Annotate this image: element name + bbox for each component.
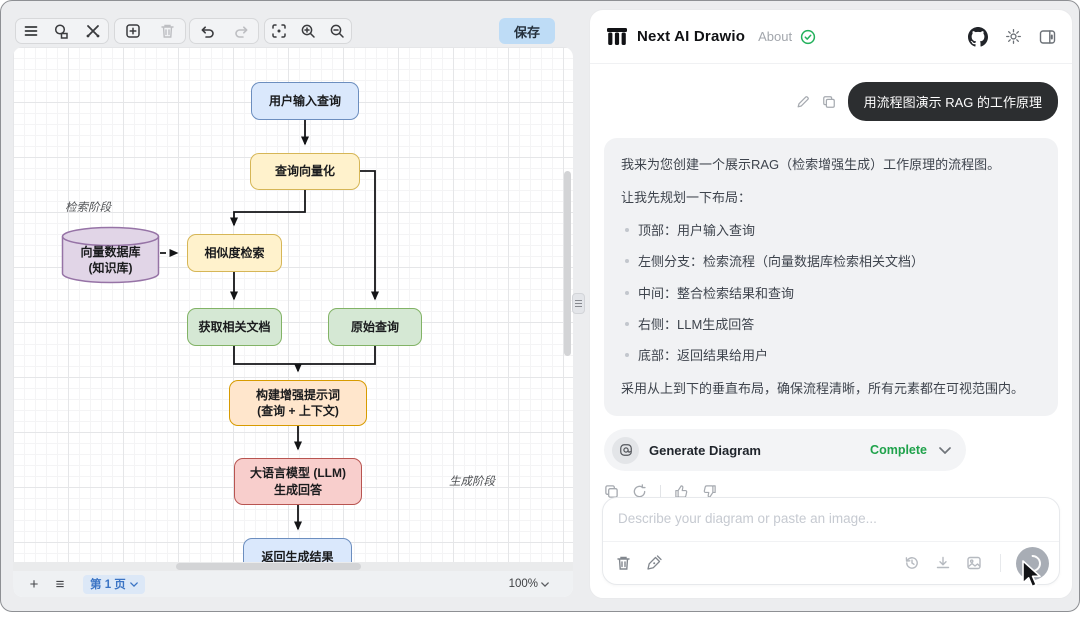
zoom-in-icon[interactable] [294, 19, 322, 43]
chevron-down-icon[interactable] [939, 447, 951, 454]
node-vector-db[interactable]: 向量数据库 (知识库) [61, 226, 160, 284]
tools-icon[interactable] [79, 19, 107, 43]
canvas-vertical-scrollbar[interactable] [564, 47, 571, 557]
prompt-input[interactable] [603, 498, 1059, 542]
composer [602, 497, 1060, 585]
node-vector-db-label: 向量数据库 (知识库) [61, 238, 160, 282]
generation-phase-label: 生成阶段 [449, 473, 495, 489]
chat-panel: Next AI Drawio About [589, 9, 1073, 599]
node-llm[interactable]: 大语言模型 (LLM) 生成回答 [234, 458, 362, 505]
undo-icon[interactable] [193, 19, 221, 43]
canvas-horizontal-scrollbar[interactable] [13, 562, 573, 571]
plan-item: 中间：整合检索结果和查询 [621, 284, 1041, 304]
composer-toolbar [603, 541, 1059, 584]
pager-bar: + ≡ 第 1 页 100% [13, 571, 573, 597]
github-icon[interactable] [968, 27, 988, 47]
chat-thread: 用流程图演示 RAG 的工作原理 我来为您创建一个展示RAG（检索增强生成）工作… [590, 64, 1072, 499]
page-chevron-icon [130, 582, 138, 587]
tool-status-badge: Complete [870, 443, 927, 457]
panel-header: Next AI Drawio About [590, 10, 1072, 64]
shapes-icon[interactable] [48, 19, 76, 43]
node-vectorize[interactable]: 查询向量化 [250, 153, 360, 190]
diagram-canvas[interactable]: 检索阶段 生成阶段 用户输入查询 查询向量化 向量数据库 (知识库) 相似度检索… [13, 47, 573, 597]
generate-tool-icon [612, 437, 639, 464]
collapse-panel-icon[interactable] [1039, 29, 1056, 45]
node-original-query[interactable]: 原始查询 [328, 308, 422, 346]
plan-item: 右侧：LLM生成回答 [621, 315, 1041, 335]
node-build-prompt[interactable]: 构建增强提示词 (查询 + 上下文) [229, 380, 367, 426]
fit-view-icon[interactable] [265, 19, 293, 43]
node-get-docs[interactable]: 获取相关文档 [187, 308, 282, 346]
settings-icon[interactable] [1005, 28, 1022, 45]
mouse-cursor [1021, 560, 1045, 595]
image-icon[interactable] [966, 555, 982, 571]
redo-icon[interactable] [227, 19, 255, 43]
toolbar-group-main [15, 18, 109, 44]
assistant-intro: 我来为您创建一个展示RAG（检索增强生成）工作原理的流程图。 [621, 155, 1041, 175]
user-message-row: 用流程图演示 RAG 的工作原理 [604, 82, 1058, 121]
plan-item: 底部：返回结果给用户 [621, 346, 1041, 366]
pen-icon[interactable] [646, 555, 662, 571]
node-similarity-search[interactable]: 相似度检索 [187, 234, 282, 272]
zoom-level-select[interactable]: 100% [509, 578, 549, 590]
plan-item: 顶部：用户输入查询 [621, 221, 1041, 241]
zoom-level-value: 100% [509, 578, 538, 590]
page-tab[interactable]: 第 1 页 [83, 575, 145, 594]
assistant-outro: 采用从上到下的垂直布局，确保流程清晰，所有元素都在可视范围内。 [621, 379, 1041, 399]
toolbar-group-edit [114, 18, 186, 44]
zoom-chevron-icon [541, 582, 549, 587]
about-link[interactable]: About [758, 29, 792, 44]
page-tab-label: 第 1 页 [90, 576, 126, 592]
assistant-plan-list: 顶部：用户输入查询 左侧分支：检索流程（向量数据库检索相关文档） 中间：整合检索… [621, 221, 1041, 366]
plan-item: 左侧分支：检索流程（向量数据库检索相关文档） [621, 252, 1041, 272]
zoom-out-icon[interactable] [323, 19, 351, 43]
app-logo-icon [606, 27, 628, 47]
history-icon[interactable] [904, 555, 920, 571]
pages-menu-icon[interactable]: ≡ [47, 576, 73, 593]
assistant-plan-heading: 让我先规划一下布局： [621, 188, 1041, 208]
user-message-bubble: 用流程图演示 RAG 的工作原理 [848, 82, 1058, 121]
composer-divider [1000, 554, 1001, 572]
menu-icon[interactable] [17, 19, 45, 43]
clear-chat-icon[interactable] [616, 555, 631, 571]
download-icon[interactable] [935, 555, 951, 571]
toolbar-group-zoom [264, 18, 352, 44]
tool-call-card[interactable]: Generate Diagram Complete [604, 429, 966, 471]
toolbar-group-history [189, 18, 259, 44]
diagram-edges [13, 47, 573, 597]
delete-icon[interactable] [154, 19, 182, 43]
add-page-icon[interactable]: + [21, 576, 47, 593]
add-node-icon[interactable] [119, 19, 147, 43]
save-button[interactable]: 保存 [499, 18, 555, 44]
retrieval-phase-label: 检索阶段 [65, 199, 111, 215]
panel-resize-handle[interactable] [572, 293, 585, 314]
assistant-message-bubble: 我来为您创建一个展示RAG（检索增强生成）工作原理的流程图。 让我先规划一下布局… [604, 138, 1058, 416]
node-user-input[interactable]: 用户输入查询 [251, 82, 359, 120]
copy-message-icon[interactable] [822, 95, 836, 109]
tool-call-label: Generate Diagram [649, 443, 761, 458]
badge-check-icon [800, 29, 816, 45]
app-title: Next AI Drawio [637, 28, 745, 45]
app-window: 保存 检索阶段 生成阶段 用户输入查询 [0, 0, 1080, 612]
edit-message-icon[interactable] [796, 95, 810, 109]
